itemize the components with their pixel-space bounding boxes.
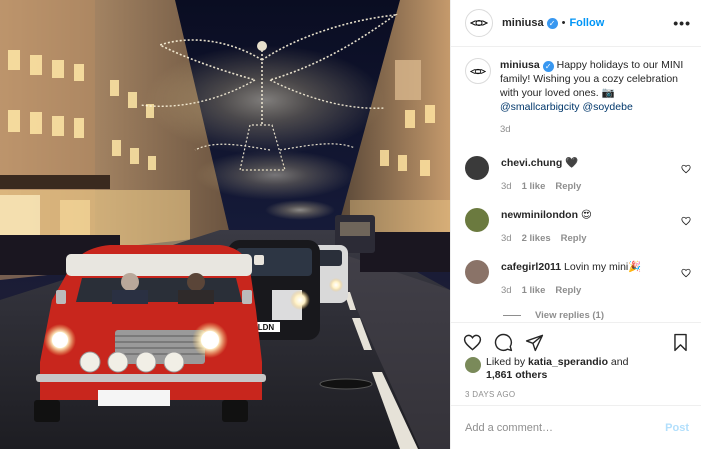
commenter-handle[interactable]: newminilondon [501,209,578,221]
likes-summary: Liked by katia_sperandio and 1,861 other… [465,356,693,382]
post-photo[interactable]: LDN [0,0,450,449]
comment-age[interactable]: 3d [501,233,512,244]
author-handle[interactable]: miniusa [502,17,544,29]
divider [503,315,521,316]
caption-author-avatar[interactable] [465,58,491,84]
post-side-panel: miniusa ✓ • Follow ••• miniusa ✓ Happy ho… [450,0,701,449]
follow-button[interactable]: Follow [569,17,604,29]
commenter-avatar[interactable] [465,260,489,284]
comment-item: chevi.chung 🖤 3d 1 like Reply [465,156,691,194]
commenter-handle[interactable]: chevi.chung [501,157,562,169]
comment-text: 😍 [578,209,592,221]
mini-logo-icon [470,68,486,74]
likes-count[interactable]: 1,861 others [486,369,547,381]
heart-icon[interactable] [681,216,691,226]
commenter-avatar[interactable] [465,156,489,180]
mention-link[interactable]: @smallcarbigcity [500,101,580,113]
caption-age[interactable]: 3d [500,123,689,137]
verified-icon: ✓ [546,17,558,29]
post-date[interactable]: 3 DAYS AGO [465,390,515,399]
red-mini-car [34,245,266,422]
liker-handle[interactable]: katia_sperandio [528,356,608,368]
liker-avatar[interactable] [465,357,481,373]
post-modal: LDN miniusa ✓ • Follow ••• miniusa ✓ Hap… [0,0,701,449]
caption: miniusa ✓ Happy holidays to our MINI fami… [451,58,701,137]
verified-icon: ✓ [542,61,554,72]
more-options-icon[interactable]: ••• [673,15,691,31]
comment-text: Lovin my mini🎉 [561,261,642,273]
comment-button[interactable] [494,333,513,352]
comment-likes[interactable]: 2 likes [522,233,551,244]
view-replies-button[interactable]: View replies (1) [503,310,604,320]
caption-author[interactable]: miniusa [500,59,540,71]
like-button[interactable] [463,333,482,352]
add-comment-bar: Post [451,405,701,449]
reply-button[interactable]: Reply [561,233,587,244]
comments-section[interactable]: miniusa ✓ Happy holidays to our MINI fami… [451,58,701,320]
likes-mid: and [607,356,629,368]
share-button[interactable] [525,333,544,352]
heart-icon [463,334,482,351]
mention-link[interactable]: @soydebe [582,101,632,113]
commenter-handle[interactable]: cafegirl2011 [501,261,561,273]
reply-button[interactable]: Reply [555,285,581,296]
comment-icon [494,333,513,352]
comment-age[interactable]: 3d [501,181,512,192]
save-button[interactable] [672,333,689,352]
mini-logo-icon [470,20,488,26]
comment-item: cafegirl2011 Lovin my mini🎉 3d 1 like Repl… [465,260,691,298]
view-replies-label: View replies (1) [535,310,604,320]
commenter-avatar[interactable] [465,208,489,232]
caption-body: miniusa ✓ Happy holidays to our MINI fami… [500,58,689,137]
comment-likes[interactable]: 1 like [522,181,546,192]
reply-button[interactable]: Reply [555,181,581,192]
separator: • [561,17,566,29]
comment-text: 🖤 [562,157,579,169]
rear-license-plate: LDN [258,323,275,332]
comment-item: newminilondon 😍 3d 2 likes Reply [465,208,691,246]
heart-icon[interactable] [681,268,691,278]
post-comment-button[interactable]: Post [665,422,689,434]
bookmark-icon [674,333,687,352]
author-avatar[interactable] [465,9,493,37]
christmas-lights-mini-photo: LDN [0,0,450,449]
post-header: miniusa ✓ • Follow ••• [451,0,701,47]
heart-icon[interactable] [681,164,691,174]
comment-input[interactable] [465,421,666,434]
comment-age[interactable]: 3d [501,285,512,296]
share-icon [525,334,544,352]
comment-likes[interactable]: 1 like [522,285,546,296]
likes-prefix: Liked by [486,356,529,368]
